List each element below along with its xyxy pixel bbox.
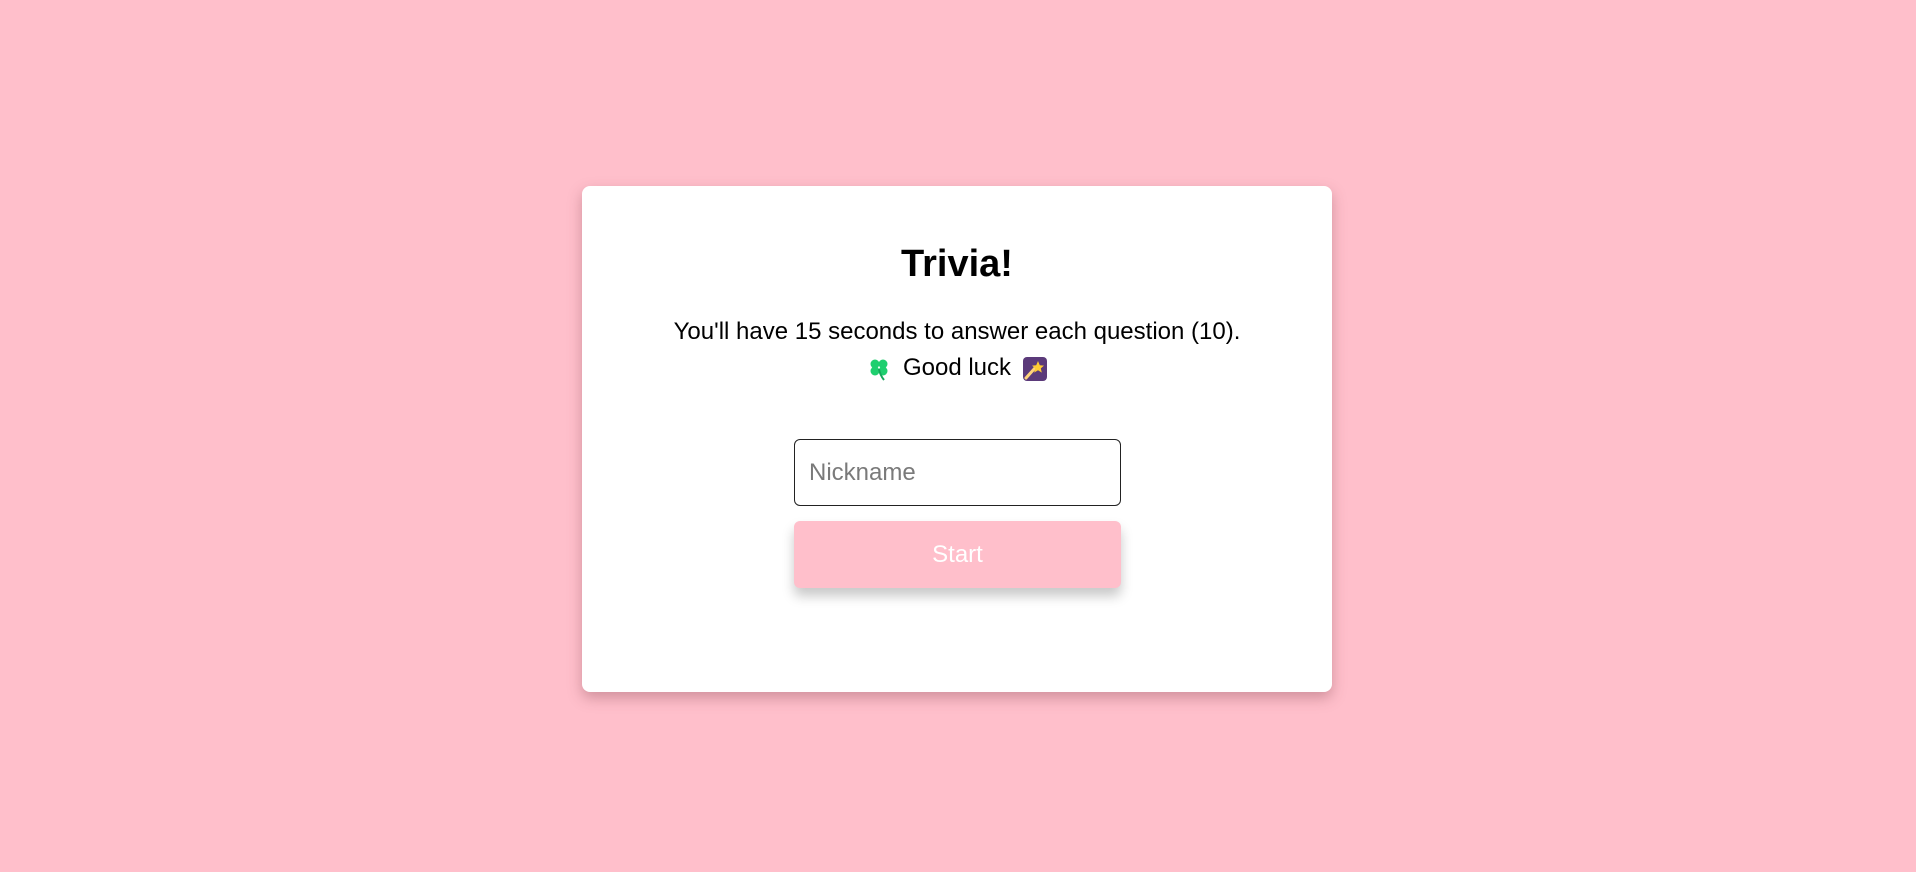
instructions-text: You'll have 15 seconds to answer each qu… <box>582 314 1332 392</box>
four-leaf-clover-icon <box>867 356 891 381</box>
good-luck-text: Good luck <box>902 354 1012 381</box>
start-button[interactable]: Start <box>794 521 1121 588</box>
nickname-input[interactable] <box>794 439 1121 506</box>
trivia-card: Trivia! You'll have 15 seconds to answer… <box>582 186 1332 692</box>
page-title: Trivia! <box>901 243 1013 285</box>
instructions-line: You'll have 15 seconds to answer each qu… <box>673 318 1241 345</box>
good-luck-line: Good luck <box>867 350 1048 386</box>
shooting-star-icon <box>1023 356 1048 381</box>
